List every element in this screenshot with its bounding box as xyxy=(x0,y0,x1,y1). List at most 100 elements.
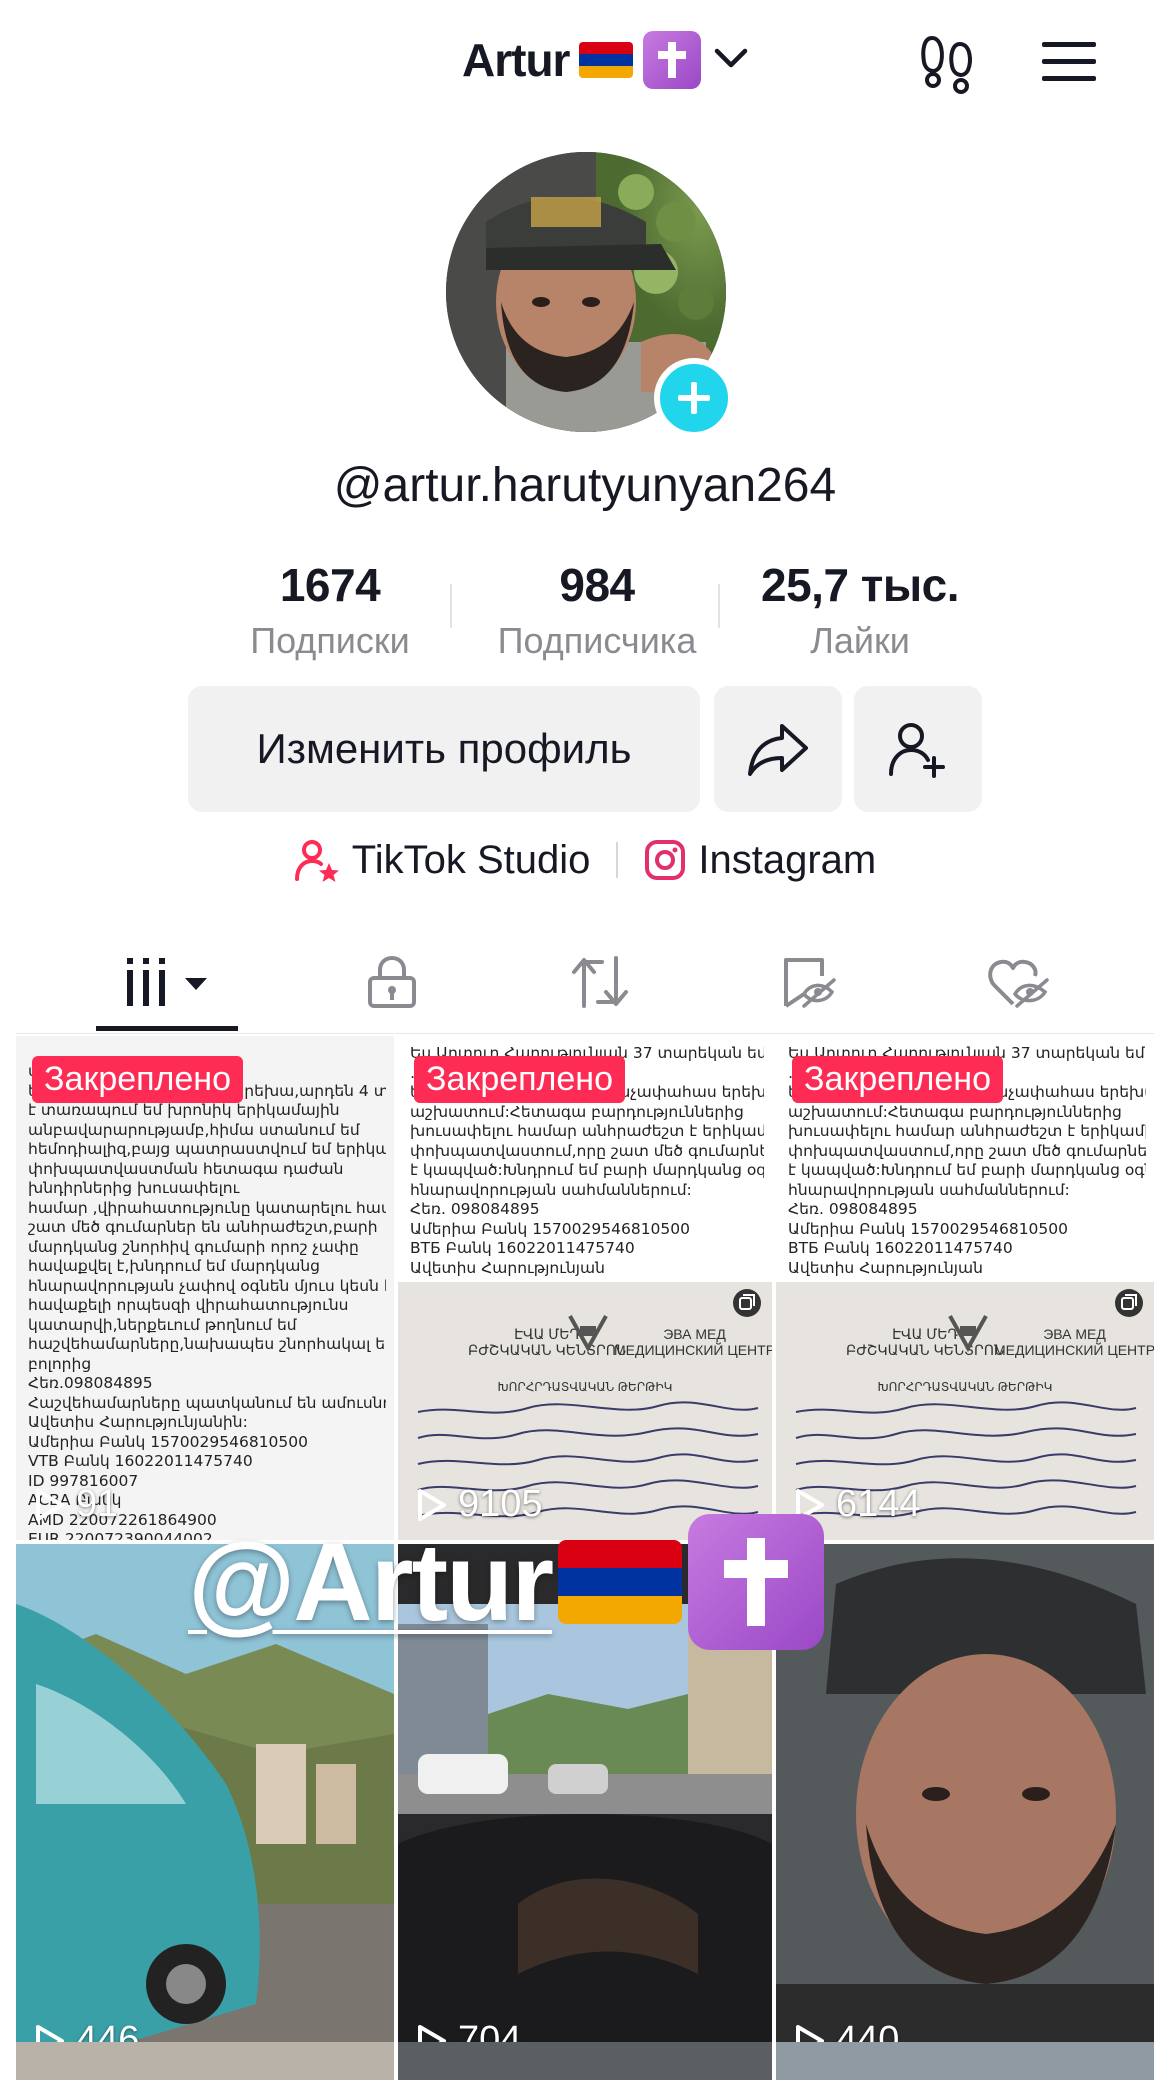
post-text-line: բոլորից xyxy=(28,1354,92,1373)
tab-liked[interactable] xyxy=(942,930,1094,1034)
stat-likes-value: 25,7 тыс. xyxy=(761,559,960,611)
post-text-line: խնդիրներից խուսափելու xyxy=(28,1179,240,1197)
video-tile[interactable]: տարեկանեմ,ունեմ 2 անչափահաս երեխա,արդեն … xyxy=(16,1036,394,1540)
stat-followers-label: Подписчика xyxy=(497,620,697,661)
stat-likes[interactable]: 25,7 тыс. Лайки xyxy=(730,558,990,662)
menu-icon[interactable] xyxy=(1038,36,1100,88)
post-text-line: հնարավորության չափով օգնեն մյուս կեսն էլ xyxy=(28,1276,386,1295)
post-text-line: Հեռ. 098084895 xyxy=(788,1200,918,1218)
clinic-doc-title: ԽՈՐՀՐԴԱՏՎԱԿԱՆ ԹԵՐԹԻԿ xyxy=(497,1380,673,1394)
post-text-line: ВТБ Բանկ 16022011475740 xyxy=(788,1239,1013,1257)
instagram-link[interactable]: Instagram xyxy=(644,838,876,883)
tab-saved[interactable] xyxy=(732,930,884,1034)
post-text-line: Ամերիա Բանկ 1570029546810500 xyxy=(28,1432,308,1451)
video-tile[interactable]: Ես Արտուր Հարությունյան 37 տարեկան եմ,4…… xyxy=(398,1036,772,1540)
stat-divider xyxy=(450,584,452,628)
video-tile[interactable] xyxy=(398,2042,772,2080)
post-text-line: անբավարարությամբ,հիմա ստանում եմ xyxy=(28,1120,360,1139)
armenia-flag-icon xyxy=(579,42,634,78)
tab-private[interactable] xyxy=(316,930,468,1034)
post-text-line: Ամերիա Բանկ 1570029546810500 xyxy=(788,1219,1068,1238)
post-text-line: է կապված:Խնդրում եմ բարի մարդկանց օգնել xyxy=(410,1161,764,1179)
footprints-icon[interactable] xyxy=(914,30,980,96)
post-text-line: ВТБ Բանկ 16022011475740 xyxy=(410,1239,635,1257)
post-text-line: Ամերիա Բանկ 1570029546810500 xyxy=(410,1219,690,1238)
active-tab-indicator xyxy=(96,1026,238,1031)
tiktok-studio-link[interactable]: TikTok Studio xyxy=(294,837,591,883)
tab-reposts[interactable] xyxy=(524,930,676,1034)
stat-followers-value: 984 xyxy=(559,559,635,611)
stat-likes-label: Лайки xyxy=(810,620,910,661)
post-text-line: Ավետիս Հարությունյան xyxy=(788,1258,983,1277)
account-switcher[interactable]: Artur xyxy=(462,28,749,92)
post-text-line: հավաքվել է,խնդրում եմ մարդկանց xyxy=(28,1257,320,1275)
cross-icon xyxy=(688,1514,825,1650)
pinned-badge: Закреплено xyxy=(414,1056,625,1103)
share-profile-button[interactable] xyxy=(714,686,842,812)
edit-profile-button[interactable]: Изменить профиль xyxy=(188,686,700,812)
view-count-value: 91 xyxy=(76,1483,119,1525)
multi-photo-icon xyxy=(1115,1289,1143,1317)
post-text-line: VTB Բանկ 16022011475740 xyxy=(28,1452,253,1470)
bookmark-hidden-icon xyxy=(784,958,836,1008)
post-text-line: հնարավորության սահմաններում: xyxy=(410,1180,692,1199)
multi-photo-icon xyxy=(733,1289,761,1317)
clinic-name-ru: ЭВА МЕД МЕДИЦИНСКИЙ ЦЕНТР xyxy=(614,1326,772,1358)
video-tile[interactable] xyxy=(776,2042,1154,2080)
post-text-line: աշխատում:Հետագա բարդություններից xyxy=(410,1102,744,1121)
post-text-line: հեմոդիալիզ,բայց պատրաստվում եմ երիկամի xyxy=(28,1140,386,1158)
profile-page: Artur @artur.harutyunyan264 1674 Подписк… xyxy=(16,0,1154,2080)
lock-icon xyxy=(368,955,416,1008)
video-tile[interactable] xyxy=(16,2042,394,2080)
chevron-down-icon[interactable] xyxy=(713,46,749,75)
post-text-line: Հեռ. 098084895 xyxy=(410,1200,540,1218)
tiktok-studio-label: TikTok Studio xyxy=(351,837,591,882)
repost-icon xyxy=(572,956,628,1008)
video-tile[interactable]: 440 xyxy=(776,1544,1154,2076)
stat-following[interactable]: 1674 Подписки xyxy=(222,558,438,662)
play-icon xyxy=(36,1488,64,1521)
post-text: տարեկանեմ,ունեմ 2 անչափահաս երեխա,արդեն … xyxy=(28,1062,386,1540)
add-friend-button[interactable] xyxy=(854,686,982,812)
grid-bars-icon xyxy=(127,958,207,1006)
stat-following-value: 1674 xyxy=(279,559,381,611)
clinic-doc-title: ԽՈՐՀՐԴԱՏՎԱԿԱՆ ԹԵՐԹԻԿ xyxy=(877,1380,1053,1394)
pinned-badge: Закреплено xyxy=(792,1056,1003,1103)
overlay-handle-label: @Artur xyxy=(188,1520,554,1644)
clinic-logo-icon xyxy=(948,1315,988,1352)
video-tile[interactable]: Ես Արտուր Հարությունյան 37 տարեկան եմ,4…… xyxy=(776,1036,1154,1540)
stat-followers[interactable]: 984 Подписчика xyxy=(462,558,732,662)
post-text-line: Ավետիս Հարությունյան xyxy=(410,1258,605,1277)
post-text-line: փոխպատվաստում,որը շատ մեծ գումարների հետ xyxy=(788,1141,1146,1160)
top-bar: Artur xyxy=(16,0,1154,125)
profile-handle: @artur.harutyunyan264 xyxy=(333,459,837,512)
video-thumbnail xyxy=(776,1544,1154,2076)
post-text-line: Ավետիս Հարությունյանին: xyxy=(28,1413,248,1431)
profile-tabs xyxy=(16,930,1154,1034)
armenia-flag-icon xyxy=(558,1540,683,1624)
profile-links: TikTok Studio Instagram xyxy=(16,832,1154,888)
post-text-line: շատ մեծ գումարներ են անհրաժեշտ,բարի xyxy=(28,1218,378,1236)
stat-divider xyxy=(718,584,720,628)
post-text-line: համար ,վիրահատությունը կատարելու համար xyxy=(28,1198,386,1217)
post-text-line: Հեռ.098084895 xyxy=(28,1374,153,1392)
view-count: 91 xyxy=(32,1483,118,1526)
instagram-label: Instagram xyxy=(698,837,877,882)
instagram-icon xyxy=(645,840,686,880)
post-text-line: Հաշվեհամարները պատկանում են ամուսնուս՝ xyxy=(28,1393,386,1412)
post-text-line: խուսափելու համար անհրաժեշտ է երիկամի xyxy=(410,1122,764,1140)
post-text-line: է տառապում եմ խրոնիկ երիկամային xyxy=(28,1101,340,1119)
heart-hidden-icon xyxy=(988,959,1049,1008)
pinned-badge: Закреплено xyxy=(32,1056,243,1103)
clinic-name-ru: ЭВА МЕД МЕДИЦИНСКИЙ ЦЕНТР xyxy=(994,1326,1154,1358)
add-avatar-button[interactable] xyxy=(654,358,734,438)
post-text-line: հավաքելի որպեսզի վիրահատությունս xyxy=(28,1296,349,1314)
studio-person-star-icon xyxy=(294,840,339,882)
tab-videos[interactable] xyxy=(96,930,238,1034)
add-person-icon xyxy=(889,723,945,778)
post-text-line: փոխպատվաստում,որը շատ մեծ գումարների հետ xyxy=(410,1141,764,1160)
stat-following-label: Подписки xyxy=(250,620,410,661)
link-separator xyxy=(616,842,619,878)
post-text-line: կատարվի,ներքեւում թողնում եմ xyxy=(28,1315,297,1334)
post-text-line: փոխպատվաստման հետագա դաժան xyxy=(28,1159,344,1178)
